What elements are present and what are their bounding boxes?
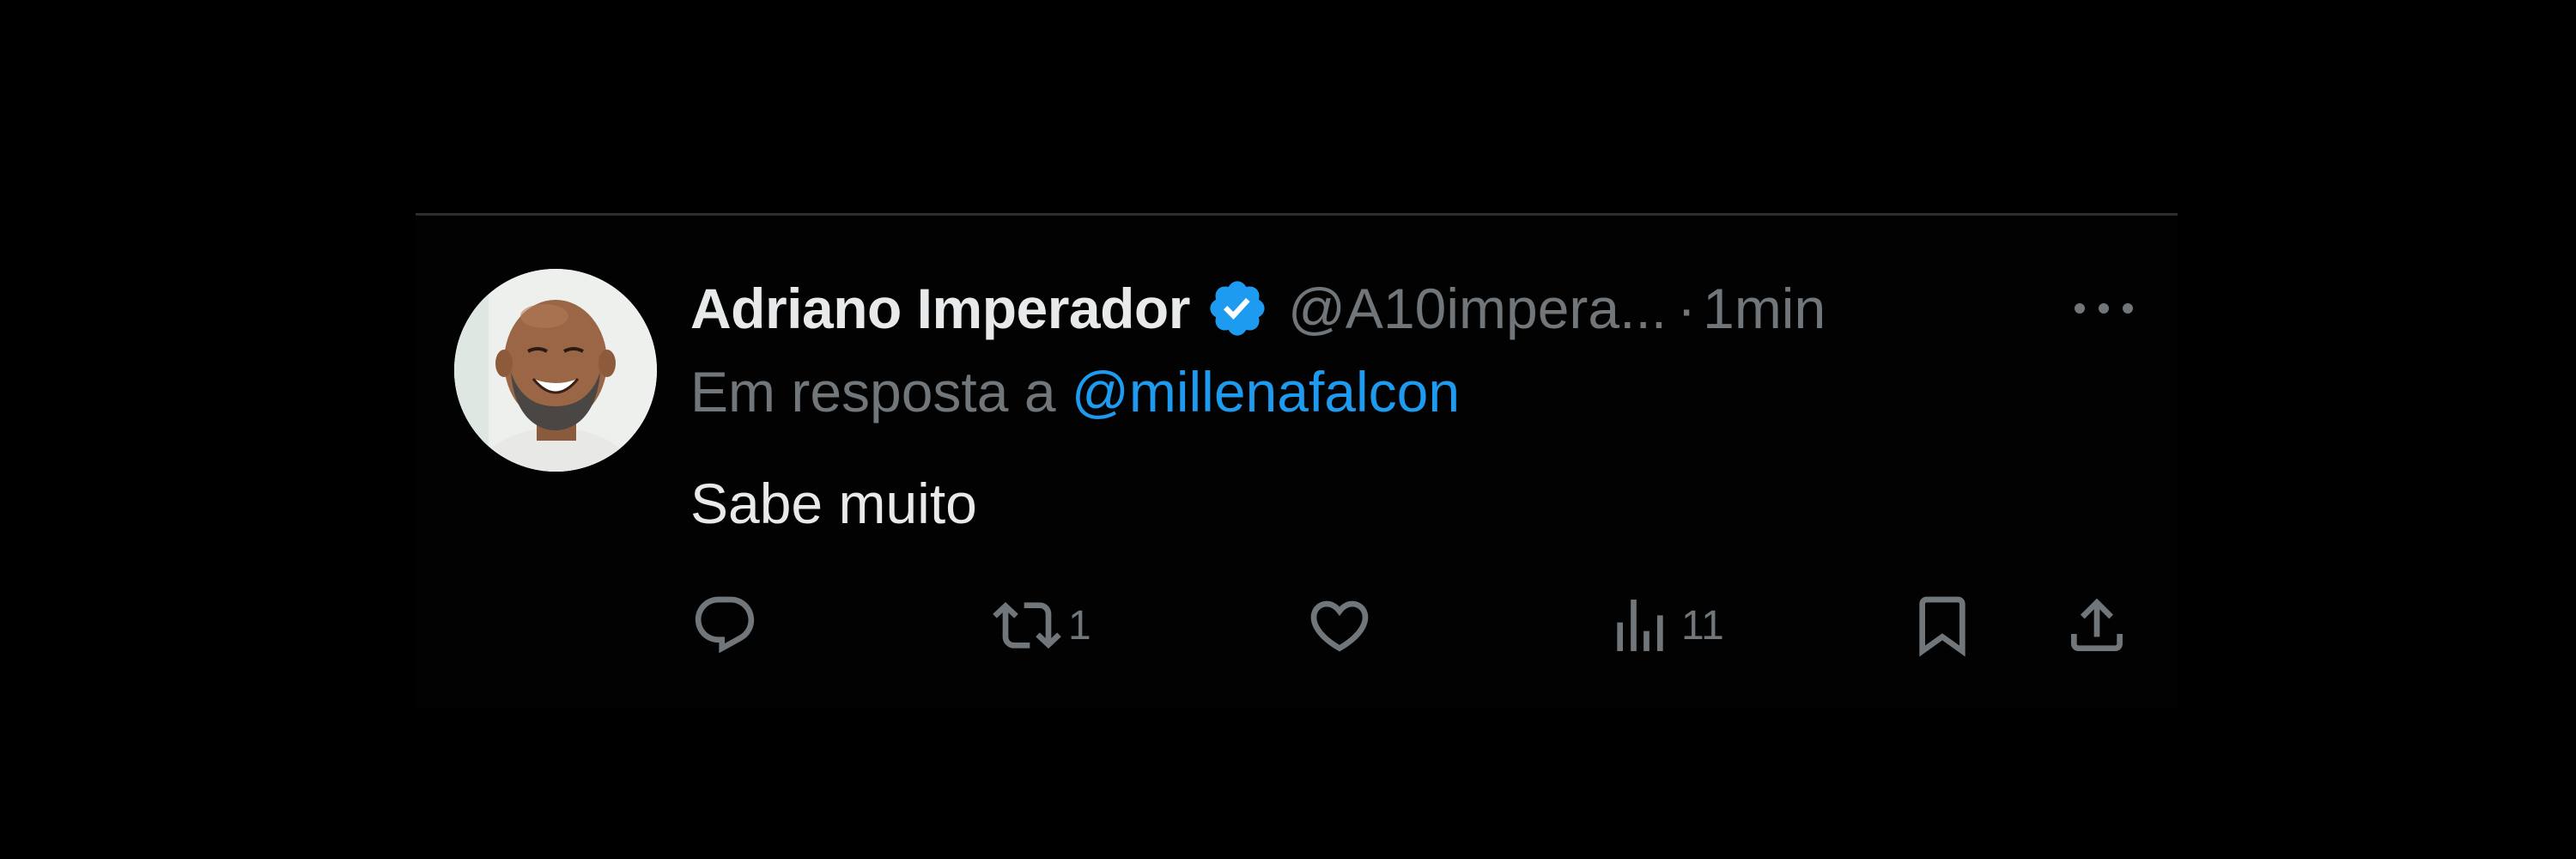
reply-context: Em resposta a @millenafalcon (690, 359, 1460, 424)
heart-icon (1310, 600, 1369, 652)
action-bar: 1 11 (416, 582, 2178, 668)
avatar-photo (454, 269, 657, 472)
tweet-text: Sabe muito (690, 472, 977, 535)
verified-badge-icon[interactable] (1206, 277, 1269, 340)
reply-mention-link[interactable]: @millenafalcon (1072, 360, 1460, 423)
retweet-icon (993, 601, 1061, 649)
views-count: 11 (1681, 602, 1724, 649)
timestamp[interactable]: 1min (1703, 276, 1826, 341)
display-name[interactable]: Adriano Imperador (690, 276, 1190, 341)
views-icon (1617, 600, 1663, 651)
more-options-icon[interactable] (2068, 287, 2140, 330)
like-button[interactable] (1305, 582, 1381, 668)
share-icon (2071, 598, 2123, 651)
avatar[interactable] (454, 269, 657, 472)
reply-icon (695, 596, 755, 654)
user-handle[interactable]: @A10impera... (1288, 276, 1667, 341)
retweet-button[interactable]: 1 (993, 582, 1091, 668)
tweet-card[interactable]: Adriano Imperador @A10impera... · 1min E… (416, 213, 2178, 707)
share-button[interactable] (2063, 582, 2131, 668)
tweet-header: Adriano Imperador @A10impera... · 1min (690, 270, 1826, 347)
bookmark-button[interactable] (1908, 582, 1977, 668)
dot-separator: · (1677, 277, 1697, 340)
bookmark-icon (1919, 596, 1965, 657)
reply-button[interactable] (690, 582, 766, 668)
views-button[interactable]: 11 (1606, 582, 1724, 668)
retweet-count: 1 (1068, 602, 1091, 649)
screenshot-stage: Adriano Imperador @A10impera... · 1min E… (0, 0, 2576, 859)
reply-prefix: Em resposta a (690, 360, 1056, 423)
top-divider (416, 213, 2178, 216)
